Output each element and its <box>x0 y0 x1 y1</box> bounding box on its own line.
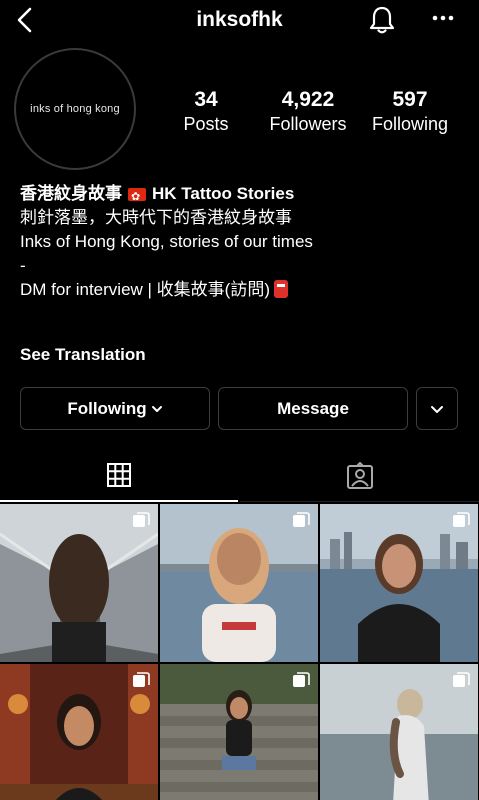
hong-kong-flag-icon <box>128 185 146 209</box>
bio-line: 刺針落墨，大時代下的香港紋身故事 <box>20 208 292 227</box>
bell-icon <box>369 6 395 34</box>
profile-avatar[interactable]: inks of hong kong <box>14 48 136 170</box>
multiple-photos-icon <box>293 672 310 687</box>
display-name-en: HK Tattoo Stories <box>152 184 295 203</box>
multiple-photos-icon <box>453 512 470 527</box>
post-thumbnail[interactable] <box>160 664 318 800</box>
ellipsis-icon <box>432 15 454 21</box>
profile-bio: 香港紋身故事 HK Tattoo Stories 刺針落墨，大時代下的香港紋身故… <box>20 182 460 302</box>
notifications-button[interactable] <box>368 5 396 35</box>
display-name-zh: 香港紋身故事 <box>20 184 122 203</box>
message-button-label: Message <box>277 398 349 418</box>
post-thumbnail[interactable] <box>0 664 158 800</box>
multiple-photos-icon <box>133 672 150 687</box>
following-button[interactable]: Following <box>20 387 210 430</box>
tab-posts-grid[interactable] <box>0 450 238 502</box>
profile-tabs <box>0 450 479 502</box>
bio-line: - <box>20 256 26 275</box>
following-button-label: Following <box>67 398 147 418</box>
bio-line: Inks of Hong Kong, stories of our times <box>20 232 313 251</box>
followers-count[interactable]: 4,922 Followers <box>262 88 354 136</box>
following-count[interactable]: 597 Following <box>366 88 454 136</box>
followers-label: Followers <box>269 114 347 134</box>
post-thumbnail[interactable] <box>320 504 478 662</box>
following-value: 597 <box>392 88 428 111</box>
profile-display-name: 香港紋身故事 HK Tattoo Stories <box>20 182 460 209</box>
followers-value: 4,922 <box>281 88 335 111</box>
multiple-photos-icon <box>453 672 470 687</box>
suggested-accounts-button[interactable] <box>416 387 458 430</box>
message-button[interactable]: Message <box>218 387 408 430</box>
chevron-down-icon <box>151 405 162 412</box>
grid-icon <box>107 463 131 487</box>
post-thumbnail[interactable] <box>320 664 478 800</box>
following-label: Following <box>371 114 449 134</box>
avatar-logo-text: inks of hong kong <box>30 103 120 115</box>
multiple-photos-icon <box>293 512 310 527</box>
multiple-photos-icon <box>133 512 150 527</box>
tab-tagged[interactable] <box>240 450 479 502</box>
top-bar: inksofhk <box>0 0 479 42</box>
posts-label: Posts <box>183 114 229 134</box>
tagged-person-icon <box>346 461 373 489</box>
see-translation-link[interactable]: See Translation <box>20 345 146 365</box>
post-thumbnail[interactable] <box>160 504 318 662</box>
posts-count: 34 Posts <box>172 88 240 136</box>
posts-value: 34 <box>194 88 218 111</box>
post-thumbnail[interactable] <box>0 504 158 662</box>
profile-username: inksofhk <box>196 8 283 31</box>
mailbox-icon <box>274 280 288 298</box>
bio-contact-text: DM for interview | 收集故事(訪問) <box>20 280 270 299</box>
chevron-down-icon <box>431 405 443 413</box>
bio-line: DM for interview | 收集故事(訪問) <box>20 278 460 302</box>
more-options-button[interactable] <box>430 8 456 28</box>
